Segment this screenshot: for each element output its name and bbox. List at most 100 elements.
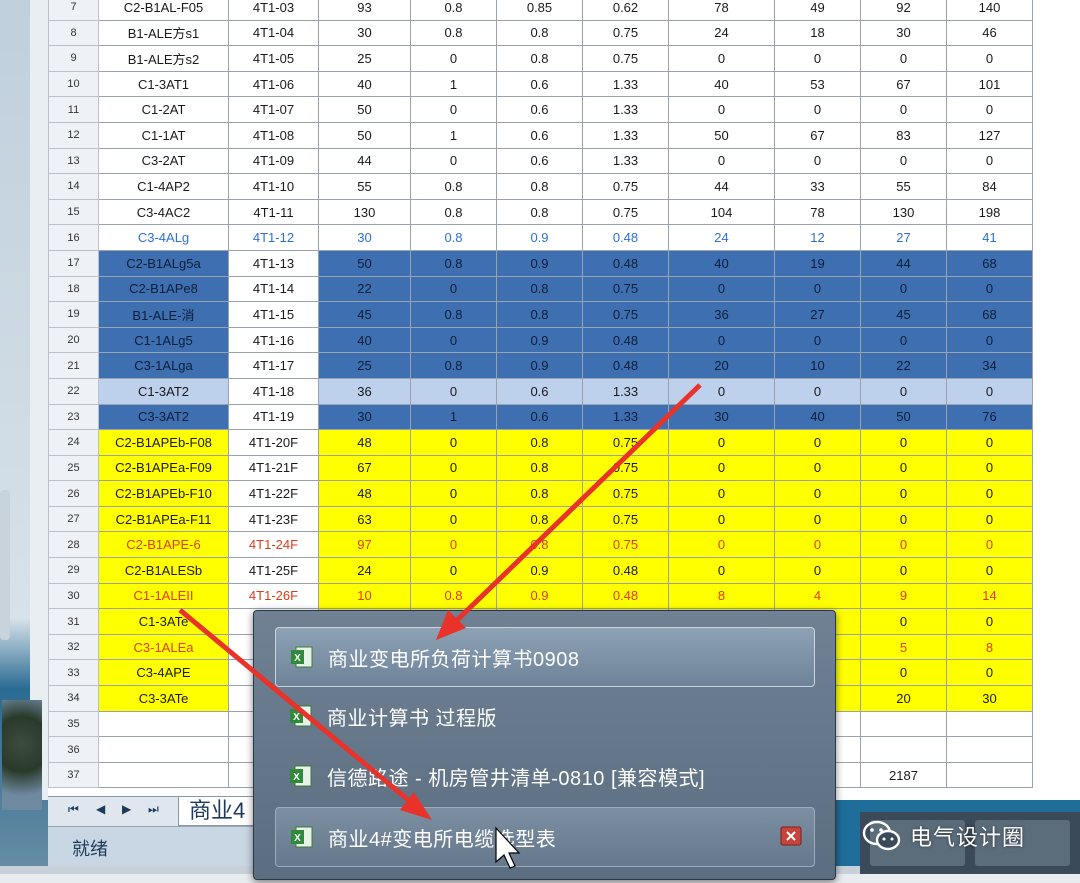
cell-value[interactable]: 0 <box>410 557 497 584</box>
cell-circuit-name[interactable]: C1-3AT2 <box>98 377 229 405</box>
row-number[interactable]: 15 <box>48 198 99 226</box>
cell-circuit-name[interactable]: C2-B1APEb-F10 <box>98 480 229 507</box>
cell-circuit-name[interactable]: B1-ALE-消 <box>98 301 229 328</box>
cell-value[interactable]: 0.48 <box>582 582 669 610</box>
cell-value[interactable]: 0 <box>774 531 861 559</box>
row-number[interactable]: 13 <box>48 147 99 175</box>
cell-value[interactable]: 30 <box>318 224 411 251</box>
next-sheet-button[interactable]: ▶ <box>122 802 131 816</box>
cell-circuit-code[interactable]: 4T1-17 <box>228 352 319 379</box>
cell-value[interactable]: 0 <box>410 377 497 405</box>
cell-value[interactable]: 0.75 <box>582 454 669 482</box>
cell-value[interactable]: 0.8 <box>410 198 497 226</box>
cell-value[interactable]: 0.8 <box>496 454 583 482</box>
cell-value[interactable]: 0 <box>774 147 861 175</box>
cell-value[interactable]: 0.75 <box>582 480 669 507</box>
cell-value[interactable] <box>946 710 1033 738</box>
cell-value[interactable]: 0.9 <box>496 326 583 354</box>
cell-value[interactable]: 0 <box>774 377 861 405</box>
cell-value[interactable]: 93 <box>318 0 411 21</box>
cell-value[interactable]: 44 <box>860 249 947 277</box>
cell-value[interactable]: 33 <box>774 173 861 200</box>
first-sheet-button[interactable]: ⏮ <box>68 802 79 817</box>
row-number[interactable]: 30 <box>48 582 99 610</box>
cell-value[interactable]: 0.8 <box>496 531 583 559</box>
cell-value[interactable]: 101 <box>946 70 1033 98</box>
cell-value[interactable]: 48 <box>318 429 411 456</box>
cell-value[interactable]: 0 <box>946 557 1033 584</box>
row-number[interactable]: 32 <box>48 633 99 661</box>
cell-circuit-name[interactable]: C2-B1APEa-F11 <box>98 505 229 533</box>
cell-value[interactable]: 0.9 <box>496 224 583 251</box>
cell-value[interactable] <box>946 761 1033 789</box>
cell-value[interactable]: 0 <box>946 531 1033 559</box>
cell-value[interactable]: 0 <box>860 454 947 482</box>
cell-value[interactable]: 0 <box>774 454 861 482</box>
cell-value[interactable]: 24 <box>668 224 775 251</box>
cell-value[interactable] <box>860 710 947 738</box>
cell-circuit-code[interactable]: 4T1-12 <box>228 224 319 251</box>
last-sheet-button[interactable]: ⏭ <box>148 802 159 817</box>
cell-value[interactable]: 19 <box>774 249 861 277</box>
cell-value[interactable]: 0 <box>946 326 1033 354</box>
cell-value[interactable]: 0.48 <box>582 557 669 584</box>
cell-value[interactable]: 140 <box>946 0 1033 21</box>
cell-value[interactable]: 0.8 <box>496 45 583 72</box>
cell-value[interactable]: 0 <box>668 147 775 175</box>
cell-value[interactable]: 0 <box>410 147 497 175</box>
cell-value[interactable]: 130 <box>318 198 411 226</box>
row-number[interactable]: 19 <box>48 301 99 328</box>
cell-value[interactable]: 22 <box>318 275 411 303</box>
cell-value[interactable]: 0.8 <box>496 505 583 533</box>
cell-value[interactable]: 0.48 <box>582 326 669 354</box>
cell-value[interactable]: 0.8 <box>410 582 497 610</box>
cell-value[interactable]: 1 <box>410 121 497 149</box>
cell-value[interactable]: 49 <box>774 0 861 21</box>
cell-value[interactable]: 0 <box>946 480 1033 507</box>
cell-circuit-name[interactable]: C3-2AT <box>98 147 229 175</box>
cell-circuit-name[interactable]: C1-3ATe <box>98 608 229 635</box>
row-number[interactable]: 7 <box>48 0 99 21</box>
cell-value[interactable]: 0.6 <box>496 96 583 123</box>
cell-value[interactable]: 8 <box>946 633 1033 661</box>
cell-circuit-code[interactable]: 4T1-11 <box>228 198 319 226</box>
vertical-scrollbar[interactable] <box>30 0 49 800</box>
cell-value[interactable]: 67 <box>318 454 411 482</box>
row-number[interactable]: 23 <box>48 403 99 431</box>
cell-value[interactable]: 104 <box>668 198 775 226</box>
cell-circuit-code[interactable]: 4T1-25F <box>228 557 319 584</box>
cell-value[interactable]: 0.8 <box>496 173 583 200</box>
cell-value[interactable]: 78 <box>774 198 861 226</box>
row-number[interactable]: 9 <box>48 45 99 72</box>
cell-value[interactable]: 0 <box>410 96 497 123</box>
cell-value[interactable]: 27 <box>860 224 947 251</box>
row-number[interactable]: 31 <box>48 608 99 635</box>
cell-value[interactable]: 0 <box>860 275 947 303</box>
cell-value[interactable]: 130 <box>860 198 947 226</box>
row-number[interactable]: 35 <box>48 710 99 738</box>
cell-value[interactable]: 0 <box>860 326 947 354</box>
cell-value[interactable]: 92 <box>860 0 947 21</box>
cell-value[interactable]: 30 <box>668 403 775 431</box>
cell-circuit-name[interactable]: C1-4AP2 <box>98 173 229 200</box>
cell-value[interactable]: 20 <box>860 685 947 712</box>
row-number[interactable]: 10 <box>48 70 99 98</box>
cell-value[interactable]: 48 <box>318 480 411 507</box>
cell-value[interactable]: 50 <box>860 403 947 431</box>
row-number[interactable]: 26 <box>48 480 99 507</box>
cell-value[interactable]: 0.8 <box>496 275 583 303</box>
cell-value[interactable]: 67 <box>774 121 861 149</box>
cell-value[interactable]: 0.8 <box>496 301 583 328</box>
cell-value[interactable]: 40 <box>668 70 775 98</box>
cell-circuit-name[interactable]: C1-1ALg5 <box>98 326 229 354</box>
cell-value[interactable]: 0.8 <box>410 249 497 277</box>
recent-file-item[interactable]: X 商业4#变电所电缆选型表 <box>275 807 815 867</box>
cell-value[interactable]: 0 <box>410 480 497 507</box>
cell-value[interactable]: 0 <box>668 454 775 482</box>
cell-value[interactable]: 0 <box>946 147 1033 175</box>
cell-value[interactable]: 76 <box>946 403 1033 431</box>
cell-circuit-name[interactable]: C3-1ALga <box>98 352 229 379</box>
row-number[interactable]: 33 <box>48 659 99 687</box>
cell-value[interactable]: 0 <box>860 557 947 584</box>
row-number[interactable]: 8 <box>48 19 99 47</box>
